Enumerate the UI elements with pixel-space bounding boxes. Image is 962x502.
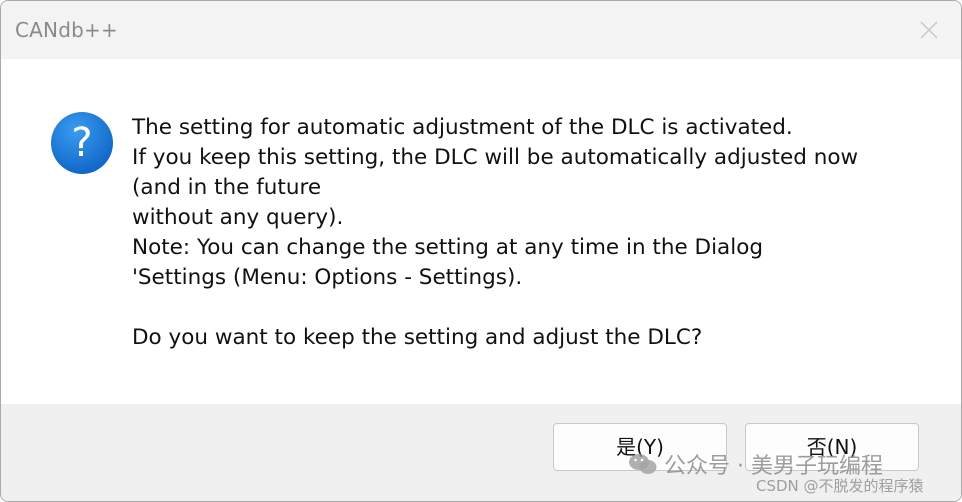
close-icon [920, 21, 938, 39]
close-button[interactable] [899, 1, 961, 59]
window-title: CANdb++ [15, 18, 118, 42]
message-line: The setting for automatic adjustment of … [132, 115, 793, 140]
csdn-watermark: CSDN @不脱发的程序猿 [756, 477, 924, 495]
message-line: Note: You can change the setting at any … [132, 235, 764, 260]
message-line: If you keep this setting, the DLC will b… [132, 145, 859, 170]
dialog-window: CANdb++ ? The setting for automatic adju… [0, 0, 962, 502]
message-line: Do you want to keep the setting and adju… [132, 325, 703, 350]
svg-text:?: ? [71, 120, 92, 166]
dialog-content: ? The setting for automatic adjustment o… [1, 59, 961, 404]
message-line: 'Settings (Menu: Options - Settings). [132, 265, 523, 290]
message-line [132, 293, 932, 323]
wechat-icon [629, 454, 657, 474]
message-text: The setting for automatic adjustment of … [132, 113, 932, 353]
message-line: (and in the future [132, 175, 322, 200]
message-line: without any query). [132, 205, 344, 230]
title-bar[interactable]: CANdb++ [1, 1, 961, 59]
question-icon: ? [51, 112, 113, 174]
